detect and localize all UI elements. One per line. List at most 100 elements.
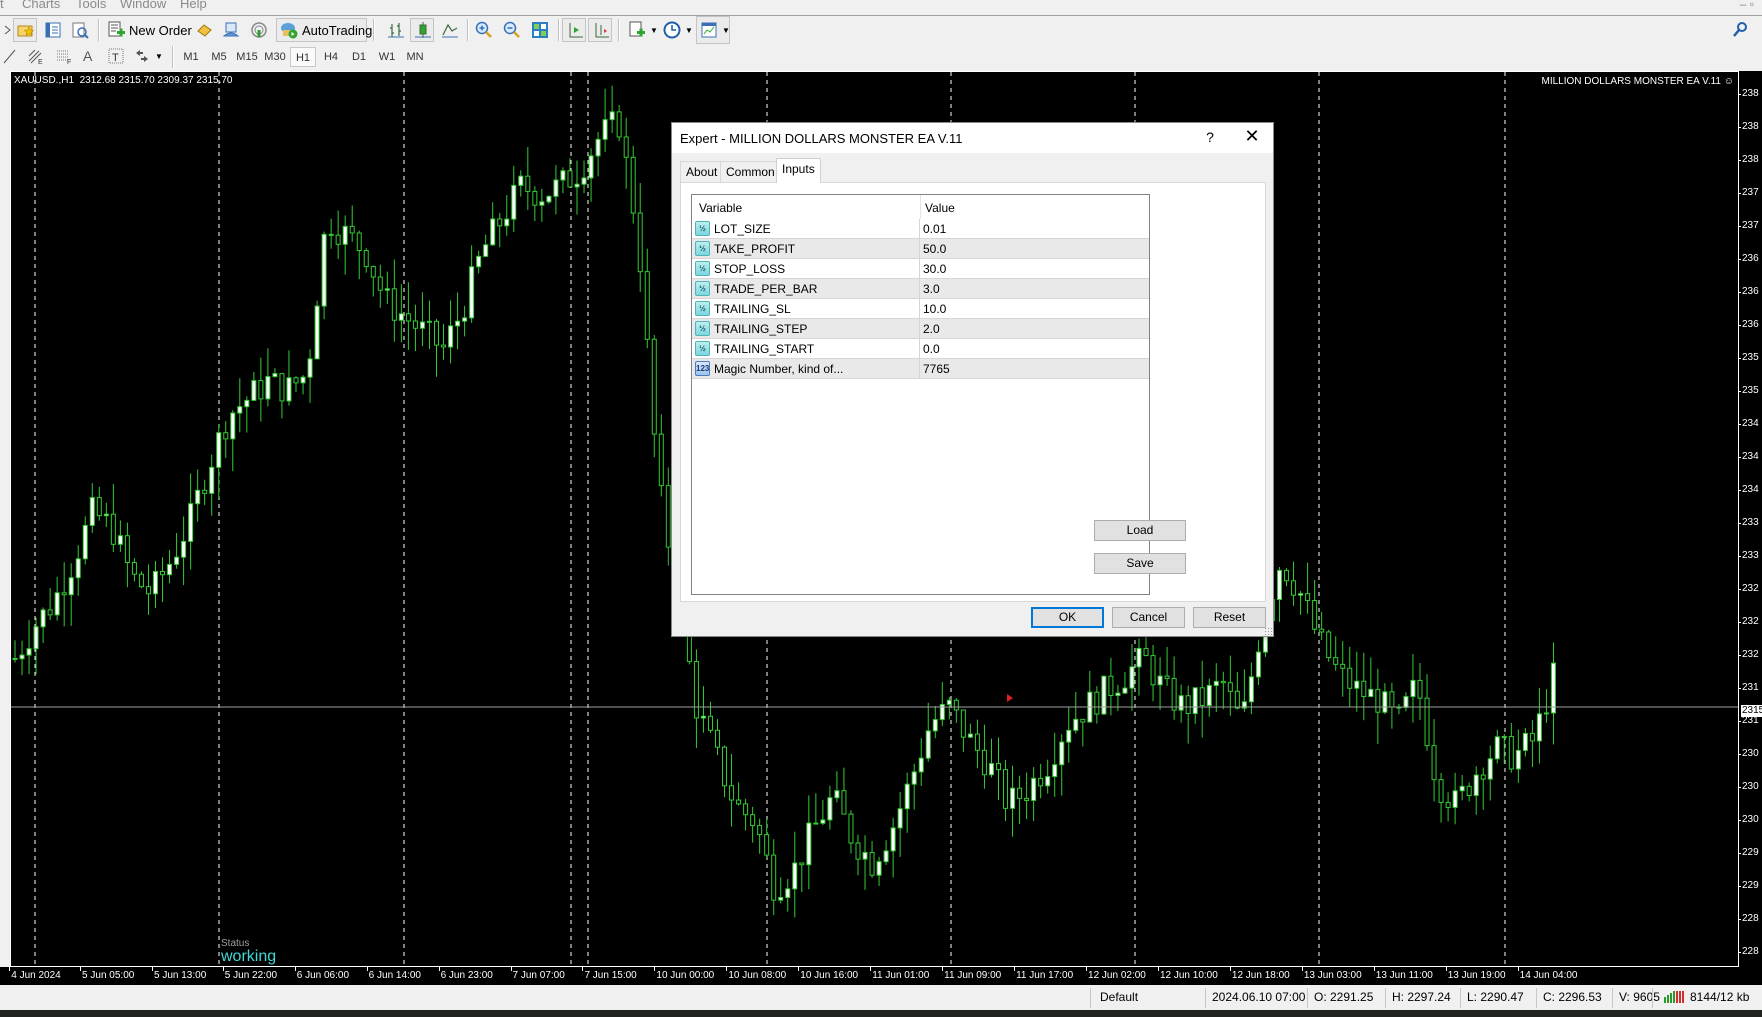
variable-value[interactable]: 2.0 bbox=[923, 322, 940, 336]
variable-value[interactable]: 0.01 bbox=[923, 222, 946, 236]
timeframe-m1[interactable]: M1 bbox=[178, 47, 204, 67]
ok-button[interactable]: OK bbox=[1031, 607, 1104, 628]
variable-cell[interactable]: ½ TRAILING_SL bbox=[692, 299, 920, 319]
timeframe-m30[interactable]: M30 bbox=[262, 47, 288, 67]
candle-body bbox=[476, 255, 482, 268]
load-button[interactable]: Load bbox=[1094, 520, 1186, 541]
column-divider[interactable] bbox=[920, 195, 921, 219]
reset-button[interactable]: Reset bbox=[1193, 607, 1266, 628]
column-header-variable[interactable]: Variable bbox=[699, 201, 742, 215]
templates-button[interactable]: ▼ bbox=[696, 16, 730, 44]
variable-value[interactable]: 30.0 bbox=[923, 262, 946, 276]
variable-cell[interactable]: ½ TRAILING_STEP bbox=[692, 319, 920, 339]
resize-grip[interactable] bbox=[1264, 627, 1272, 635]
variable-cell[interactable]: 123 Magic Number, kind of... bbox=[692, 359, 920, 379]
input-row[interactable]: ½ LOT_SIZE 0.01 bbox=[692, 219, 1149, 239]
candle bbox=[1003, 759, 1009, 821]
candle-body bbox=[1185, 695, 1191, 715]
input-row[interactable]: ½ TRAILING_START 0.0 bbox=[692, 339, 1149, 359]
terminal-button[interactable] bbox=[219, 18, 243, 42]
variable-cell[interactable]: ½ TRAILING_START bbox=[692, 339, 920, 359]
text-tool-button[interactable]: A bbox=[80, 44, 95, 68]
menu-item-window[interactable]: Window bbox=[120, 0, 166, 11]
candle-body bbox=[1024, 797, 1030, 801]
timeframe-m5[interactable]: M5 bbox=[206, 47, 232, 67]
expert-advisor-label[interactable]: MILLION DOLLARS MONSTER EA V.11 ☺ bbox=[1541, 76, 1734, 87]
timeframe-d1[interactable]: D1 bbox=[346, 47, 372, 67]
input-row[interactable]: 123 Magic Number, kind of... 7765 bbox=[692, 359, 1149, 379]
variable-value[interactable]: 3.0 bbox=[923, 282, 940, 296]
chart-shift-button[interactable] bbox=[588, 18, 612, 42]
tab-common[interactable]: Common bbox=[720, 161, 781, 182]
search-button[interactable] bbox=[1728, 18, 1752, 42]
fibonacci-button[interactable]: E bbox=[24, 44, 48, 68]
candle bbox=[370, 265, 376, 297]
profiles-button[interactable] bbox=[13, 18, 37, 42]
input-row[interactable]: ½ TRAILING_SL 10.0 bbox=[692, 299, 1149, 319]
autotrading-button[interactable]: AutoTrading bbox=[276, 18, 372, 42]
arrows-button[interactable]: ▼ bbox=[130, 44, 166, 68]
cancel-button[interactable]: Cancel bbox=[1112, 607, 1185, 628]
candle-body bbox=[911, 771, 917, 785]
save-button[interactable]: Save bbox=[1094, 553, 1186, 574]
input-row[interactable]: ½ TAKE_PROFIT 50.0 bbox=[692, 239, 1149, 259]
zoom-in-button[interactable] bbox=[472, 18, 496, 42]
dialog-titlebar[interactable]: Expert - MILLION DOLLARS MONSTER EA V.11… bbox=[672, 123, 1273, 153]
autoscroll-button[interactable] bbox=[562, 18, 586, 42]
data-window-button[interactable] bbox=[68, 18, 92, 42]
variable-value[interactable]: 50.0 bbox=[923, 242, 946, 256]
input-row[interactable]: ½ TRAILING_STEP 2.0 bbox=[692, 319, 1149, 339]
periods-button[interactable]: ▼ bbox=[660, 18, 696, 42]
status-separator bbox=[1536, 988, 1537, 1008]
menu-item-partial[interactable]: t bbox=[0, 0, 4, 11]
text-label-button[interactable]: T bbox=[104, 44, 128, 68]
clock-icon bbox=[663, 21, 681, 39]
text-icon: A bbox=[83, 48, 93, 64]
tile-windows-button[interactable] bbox=[528, 18, 552, 42]
column-header-value[interactable]: Value bbox=[925, 201, 955, 215]
timeframe-m15[interactable]: M15 bbox=[234, 47, 260, 67]
timeframe-h4[interactable]: H4 bbox=[318, 47, 344, 67]
menu-item-tools[interactable]: Tools bbox=[76, 0, 106, 11]
timeframe-mn[interactable]: MN bbox=[402, 47, 428, 67]
trendline-button[interactable] bbox=[0, 44, 24, 68]
input-row[interactable]: ½ STOP_LOSS 30.0 bbox=[692, 259, 1149, 279]
timeframe-w1[interactable]: W1 bbox=[374, 47, 400, 67]
menu-item-help[interactable]: Help bbox=[180, 0, 207, 11]
new-order-button[interactable]: New Order bbox=[104, 18, 195, 42]
variable-value[interactable]: 7765 bbox=[923, 362, 950, 376]
strategy-tester-button[interactable] bbox=[247, 18, 271, 42]
input-row[interactable]: ½ TRADE_PER_BAR 3.0 bbox=[692, 279, 1149, 299]
metaeditor-button[interactable] bbox=[192, 18, 216, 42]
tab-inputs[interactable]: Inputs bbox=[776, 158, 821, 183]
fib-retracement-button[interactable]: F bbox=[52, 44, 76, 68]
menu-item-charts[interactable]: Charts bbox=[22, 0, 60, 11]
candlestick-button[interactable] bbox=[410, 18, 434, 42]
line-chart-button[interactable] bbox=[438, 18, 462, 42]
variable-cell[interactable]: ½ TAKE_PROFIT bbox=[692, 239, 920, 259]
window-controls[interactable]: – ▫ bbox=[1740, 0, 1754, 11]
variable-value[interactable]: 10.0 bbox=[923, 302, 946, 316]
variable-cell[interactable]: ½ LOT_SIZE bbox=[692, 219, 920, 239]
time-tick-label: 6 Jun 14:00 bbox=[366, 966, 421, 981]
tab-about[interactable]: About bbox=[680, 161, 724, 182]
bar-chart-button[interactable] bbox=[384, 18, 408, 42]
variable-value[interactable]: 0.0 bbox=[923, 342, 940, 356]
inputs-grid[interactable]: Variable Value ½ LOT_SIZE 0.01 ½ TAKE_PROFIT… bbox=[691, 194, 1150, 595]
help-button[interactable]: ? bbox=[1200, 129, 1220, 145]
indicators-button[interactable]: ▼ bbox=[625, 18, 661, 42]
zoom-out-button[interactable] bbox=[500, 18, 524, 42]
candle bbox=[996, 737, 1001, 800]
price-axis: 238 238 238 237 237 236 236 236 235 235 234 234 234 2… bbox=[1739, 71, 1762, 968]
connection-bars-icon[interactable] bbox=[1664, 991, 1686, 1006]
market-watch-button[interactable] bbox=[41, 18, 65, 42]
candle bbox=[1522, 727, 1528, 757]
candle-body bbox=[1361, 680, 1367, 698]
timeframe-h1[interactable]: H1 bbox=[290, 47, 316, 67]
candle-body bbox=[1213, 680, 1219, 686]
close-button[interactable]: ✕ bbox=[1240, 126, 1264, 147]
status-separator bbox=[1307, 988, 1308, 1008]
candle bbox=[658, 414, 664, 497]
variable-cell[interactable]: ½ STOP_LOSS bbox=[692, 259, 920, 279]
variable-cell[interactable]: ½ TRADE_PER_BAR bbox=[692, 279, 920, 299]
